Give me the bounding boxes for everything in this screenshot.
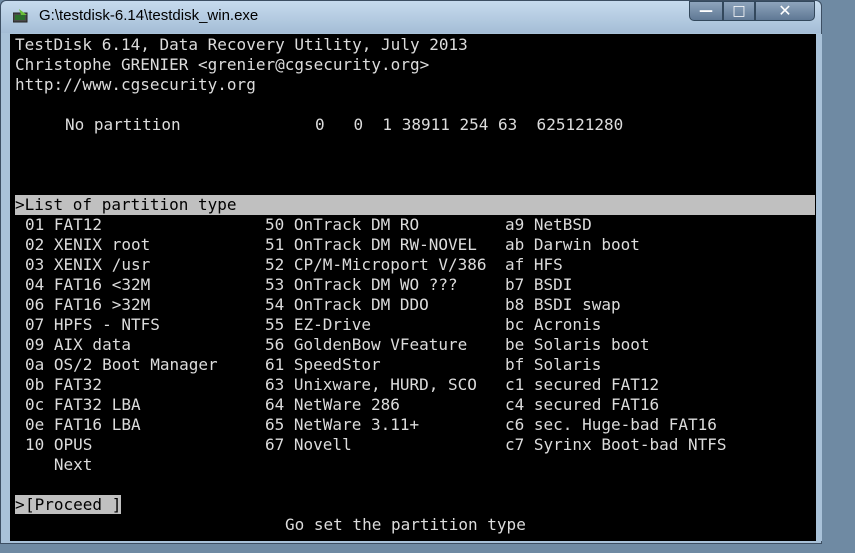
partition-type-column-1: 01 FAT12 02 XENIX root 03 XENIX /usr 04 FAT… xyxy=(25,215,218,475)
maximize-button[interactable]: □ xyxy=(723,1,755,21)
partition-type-item[interactable]: c1 secured FAT12 xyxy=(505,375,727,395)
window-title: G:\testdisk-6.14\testdisk_win.exe xyxy=(39,7,259,24)
partition-type-item[interactable]: be Solaris boot xyxy=(505,335,727,355)
partition-type-item[interactable]: 0e FAT16 LBA xyxy=(25,415,218,435)
minimize-button[interactable]: — xyxy=(689,1,723,21)
partition-type-item[interactable]: 50 OnTrack DM RO xyxy=(265,215,487,235)
next-page-item[interactable]: Next xyxy=(25,455,218,475)
partition-label: No partition xyxy=(65,115,181,134)
partition-type-column-3: a9 NetBSD ab Darwin boot af HFS b7 BSDI b8 B… xyxy=(505,215,727,455)
partition-type-item[interactable]: 06 FAT16 >32M xyxy=(25,295,218,315)
partition-type-item[interactable]: c6 sec. Huge-bad FAT16 xyxy=(505,415,727,435)
proceed-button-wrap: [Proceed ] xyxy=(25,495,122,515)
window-border-right xyxy=(816,34,822,541)
partition-type-item[interactable]: bf Solaris xyxy=(505,355,727,375)
partition-type-column-2: 50 OnTrack DM RO 51 OnTrack DM RW-NOVEL 52… xyxy=(265,215,487,455)
partition-type-item[interactable]: 52 CP/M-Microport V/386 xyxy=(265,255,487,275)
menu-title: >List of partition type xyxy=(15,195,815,215)
partition-type-item[interactable]: 0c FAT32 LBA xyxy=(25,395,218,415)
partition-type-item[interactable]: 64 NetWare 286 xyxy=(265,395,487,415)
partition-type-item[interactable]: b7 BSDI xyxy=(505,275,727,295)
proceed-button[interactable]: [Proceed ] xyxy=(25,495,122,514)
proceed-cursor: > xyxy=(15,495,25,515)
partition-type-item[interactable]: af HFS xyxy=(505,255,727,275)
partition-type-item[interactable]: 02 XENIX root xyxy=(25,235,218,255)
partition-type-item[interactable]: 65 NetWare 3.11+ xyxy=(265,415,487,435)
partition-type-item[interactable]: 67 Novell xyxy=(265,435,487,455)
partition-type-item[interactable]: 56 GoldenBow VFeature xyxy=(265,335,487,355)
partition-type-item[interactable]: 51 OnTrack DM RW-NOVEL xyxy=(265,235,487,255)
partition-type-item[interactable]: 0a OS/2 Boot Manager xyxy=(25,355,218,375)
header-line-url: http://www.cgsecurity.org xyxy=(15,75,256,94)
partition-type-item[interactable]: bc Acronis xyxy=(505,315,727,335)
partition-type-item[interactable]: 54 OnTrack DM DDO xyxy=(265,295,487,315)
partition-type-item[interactable]: 61 SpeedStor xyxy=(265,355,487,375)
partition-geometry: 0 0 1 38911 254 63 625121280 xyxy=(315,115,624,134)
console-area: TestDisk 6.14, Data Recovery Utility, Ju… xyxy=(10,34,816,541)
header-line-author: Christophe GRENIER <grenier@cgsecurity.o… xyxy=(15,55,430,74)
partition-type-item[interactable]: b8 BSDI swap xyxy=(505,295,727,315)
title-bar[interactable]: G:\testdisk-6.14\testdisk_win.exe — □ ✕ xyxy=(1,1,821,33)
partition-type-item[interactable]: 63 Unixware, HURD, SCO xyxy=(265,375,487,395)
partition-type-item[interactable]: a9 NetBSD xyxy=(505,215,727,235)
console-window: G:\testdisk-6.14\testdisk_win.exe — □ ✕ … xyxy=(0,0,822,544)
header-line-title: TestDisk 6.14, Data Recovery Utility, Ju… xyxy=(15,35,468,54)
partition-type-item[interactable]: c4 secured FAT16 xyxy=(505,395,727,415)
proceed-prefix: > xyxy=(15,495,25,514)
partition-type-item[interactable]: 55 EZ-Drive xyxy=(265,315,487,335)
partition-type-item[interactable]: 10 OPUS xyxy=(25,435,218,455)
partition-type-item[interactable]: 0b FAT32 xyxy=(25,375,218,395)
partition-type-item[interactable]: 04 FAT16 <32M xyxy=(25,275,218,295)
partition-type-item[interactable]: ab Darwin boot xyxy=(505,235,727,255)
app-icon xyxy=(13,9,28,23)
close-button[interactable]: ✕ xyxy=(755,1,815,21)
partition-type-item[interactable]: c7 Syrinx Boot-bad NTFS xyxy=(505,435,727,455)
status-message: Go set the partition type xyxy=(285,515,526,534)
partition-type-item[interactable]: 09 AIX data xyxy=(25,335,218,355)
partition-type-item[interactable]: 03 XENIX /usr xyxy=(25,255,218,275)
partition-type-item[interactable]: 07 HPFS - NTFS xyxy=(25,315,218,335)
partition-type-item[interactable]: 01 FAT12 xyxy=(25,215,218,235)
partition-type-item[interactable]: 53 OnTrack DM WO ??? xyxy=(265,275,487,295)
